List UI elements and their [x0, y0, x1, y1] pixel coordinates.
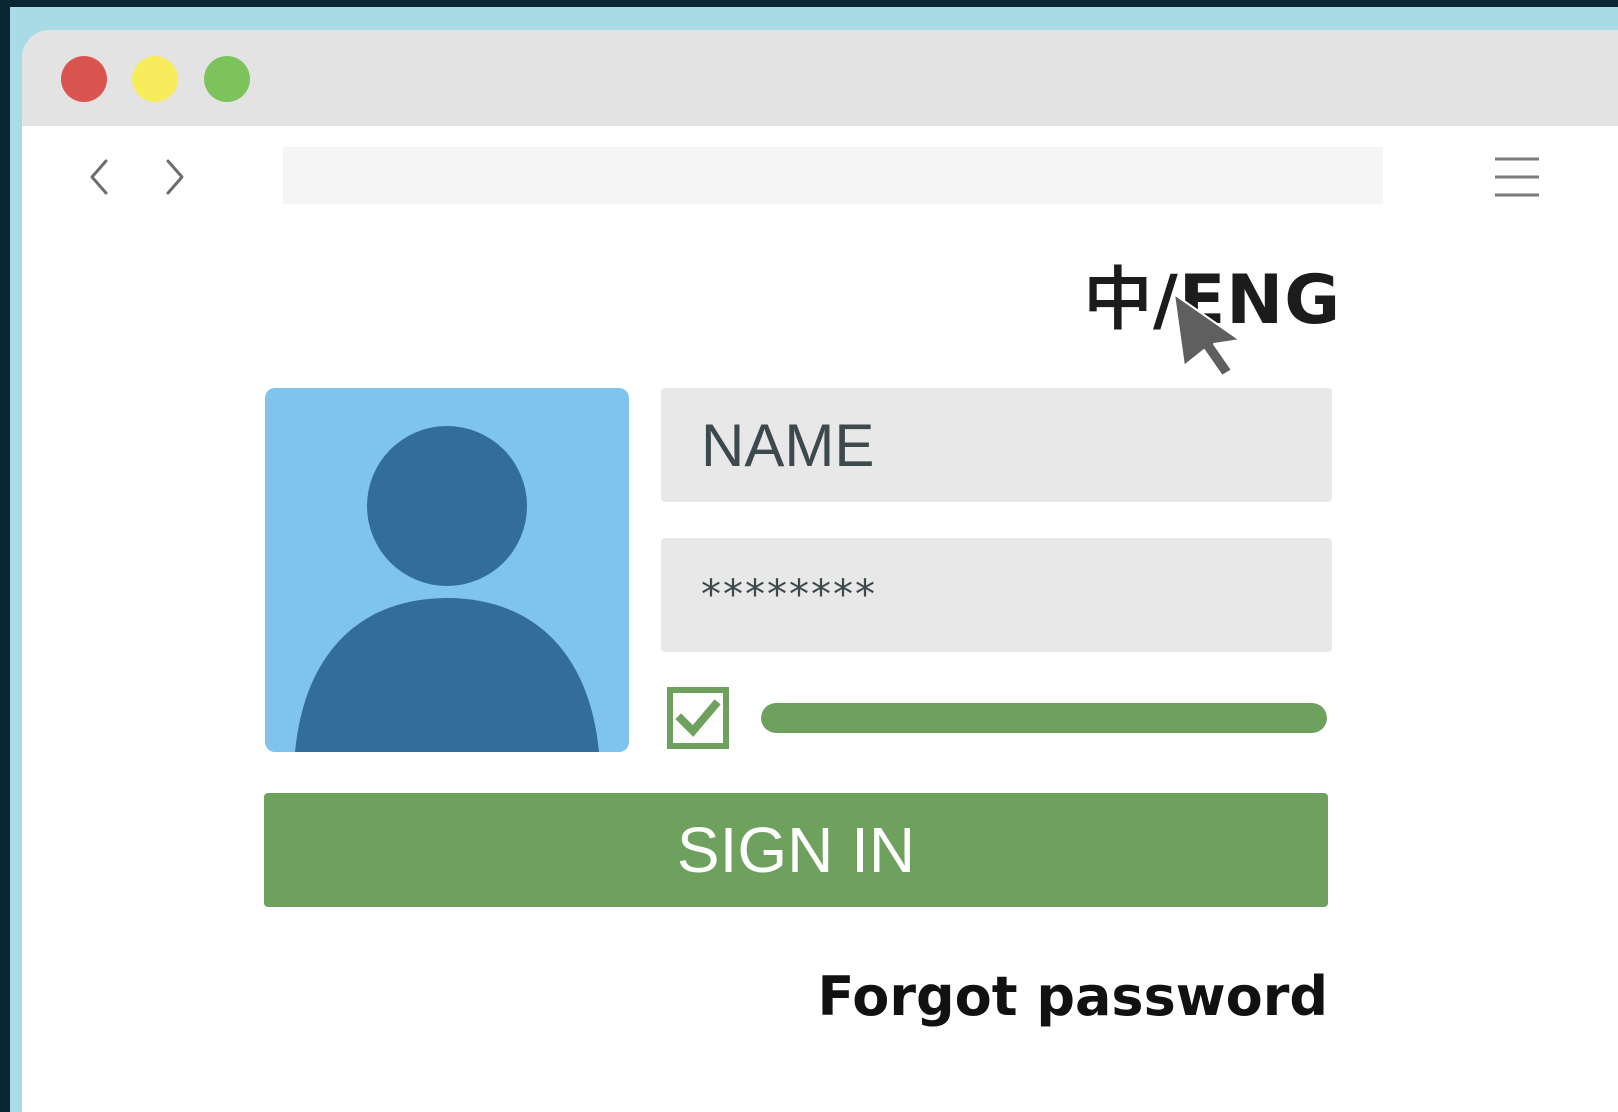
forgot-password-link[interactable]: Forgot password: [802, 965, 1328, 1028]
password-input[interactable]: [661, 538, 1332, 652]
forward-button[interactable]: [154, 155, 194, 199]
user-avatar-icon: [295, 426, 599, 752]
sign-in-button[interactable]: SIGN IN: [264, 793, 1328, 907]
hamburger-menu-icon: [1495, 157, 1539, 197]
remember-checkbox[interactable]: [667, 687, 729, 749]
minimize-window-button[interactable]: [132, 56, 178, 102]
address-bar-input[interactable]: [283, 147, 1383, 204]
name-input[interactable]: [661, 388, 1332, 502]
browser-window: 中/ENG SIGN IN Forgot password: [22, 30, 1618, 1112]
user-avatar: [265, 388, 629, 752]
screen: 中/ENG SIGN IN Forgot password: [0, 0, 1618, 1112]
title-bar: [22, 30, 1618, 126]
progress-bar: [761, 703, 1327, 733]
close-window-button[interactable]: [61, 56, 107, 102]
maximize-window-button[interactable]: [204, 56, 250, 102]
back-button[interactable]: [82, 155, 122, 199]
menu-button[interactable]: [1492, 154, 1542, 200]
chevron-right-icon: [166, 159, 184, 195]
checkmark-icon: [667, 687, 729, 749]
mouse-cursor-icon: [1173, 293, 1241, 377]
progress-bar-fill: [761, 703, 1327, 733]
chevron-left-icon: [90, 159, 108, 195]
